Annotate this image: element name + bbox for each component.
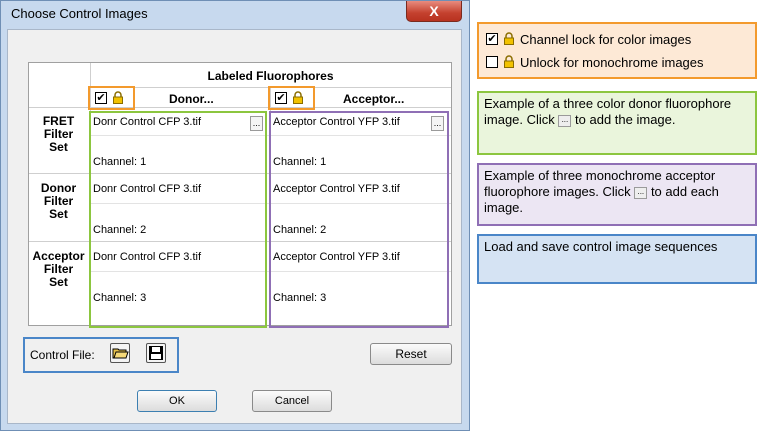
ellipsis-icon: ... (634, 186, 648, 199)
checkbox-checked-icon: ✔ (486, 33, 498, 45)
ok-button[interactable]: OK (137, 390, 217, 412)
open-folder-icon (112, 348, 129, 359)
acceptor-column-highlight (269, 111, 449, 328)
ellipsis-icon: ... (558, 114, 572, 127)
legend-donor-text-2: to add the image. (575, 112, 676, 127)
legend-control-file-text: Load and save control image sequences (484, 239, 718, 254)
legend-control-file: Load and save control image sequences (477, 234, 757, 284)
legend-unlock-row: Unlock for monochrome images (484, 51, 750, 75)
lock-icon (293, 91, 303, 104)
checkbox-checked-icon: ✔ (276, 92, 286, 104)
save-disk-icon (149, 346, 163, 360)
column-header-donor[interactable]: Donor... (169, 92, 214, 106)
donor-channel-lock-checkbox[interactable]: ✔ (95, 92, 107, 104)
open-control-file-button[interactable] (110, 343, 130, 363)
lock-icon (113, 91, 123, 104)
dialog-title: Choose Control Images (11, 6, 148, 21)
lock-icon (504, 55, 514, 68)
legend-lock-row: ✔ Channel lock for color images (484, 27, 750, 51)
donor-column-highlight (89, 111, 267, 328)
legend-lock: ✔ Channel lock for color images Unlock f… (477, 22, 757, 79)
control-file-label: Control File: (30, 348, 95, 362)
row-header-acceptor-filter-set: Acceptor Filter Set (32, 249, 85, 289)
group-header-labeled-fluorophores: Labeled Fluorophores (207, 69, 334, 83)
legend-unlock-text: Unlock for monochrome images (520, 55, 704, 70)
save-control-file-button[interactable] (146, 343, 166, 363)
checkbox-checked-icon: ✔ (96, 92, 106, 104)
checkbox-unchecked-icon (486, 56, 498, 68)
cancel-button[interactable]: Cancel (252, 390, 332, 412)
legend-donor-example: Example of a three color donor fluoropho… (477, 91, 757, 155)
row-header-donor-filter-set: Donor Filter Set (40, 181, 77, 221)
row-header-fret-filter-set: FRET Filter Set (42, 114, 75, 154)
acceptor-channel-lock-checkbox[interactable]: ✔ (275, 92, 287, 104)
column-header-acceptor[interactable]: Acceptor... (343, 92, 404, 106)
legend-lock-text: Channel lock for color images (520, 32, 692, 47)
lock-icon (504, 32, 514, 45)
close-icon: X (429, 3, 439, 19)
reset-button[interactable]: Reset (370, 343, 452, 365)
legend-acceptor-example: Example of three monochrome acceptor flu… (477, 163, 757, 226)
close-button[interactable]: X (406, 1, 462, 22)
